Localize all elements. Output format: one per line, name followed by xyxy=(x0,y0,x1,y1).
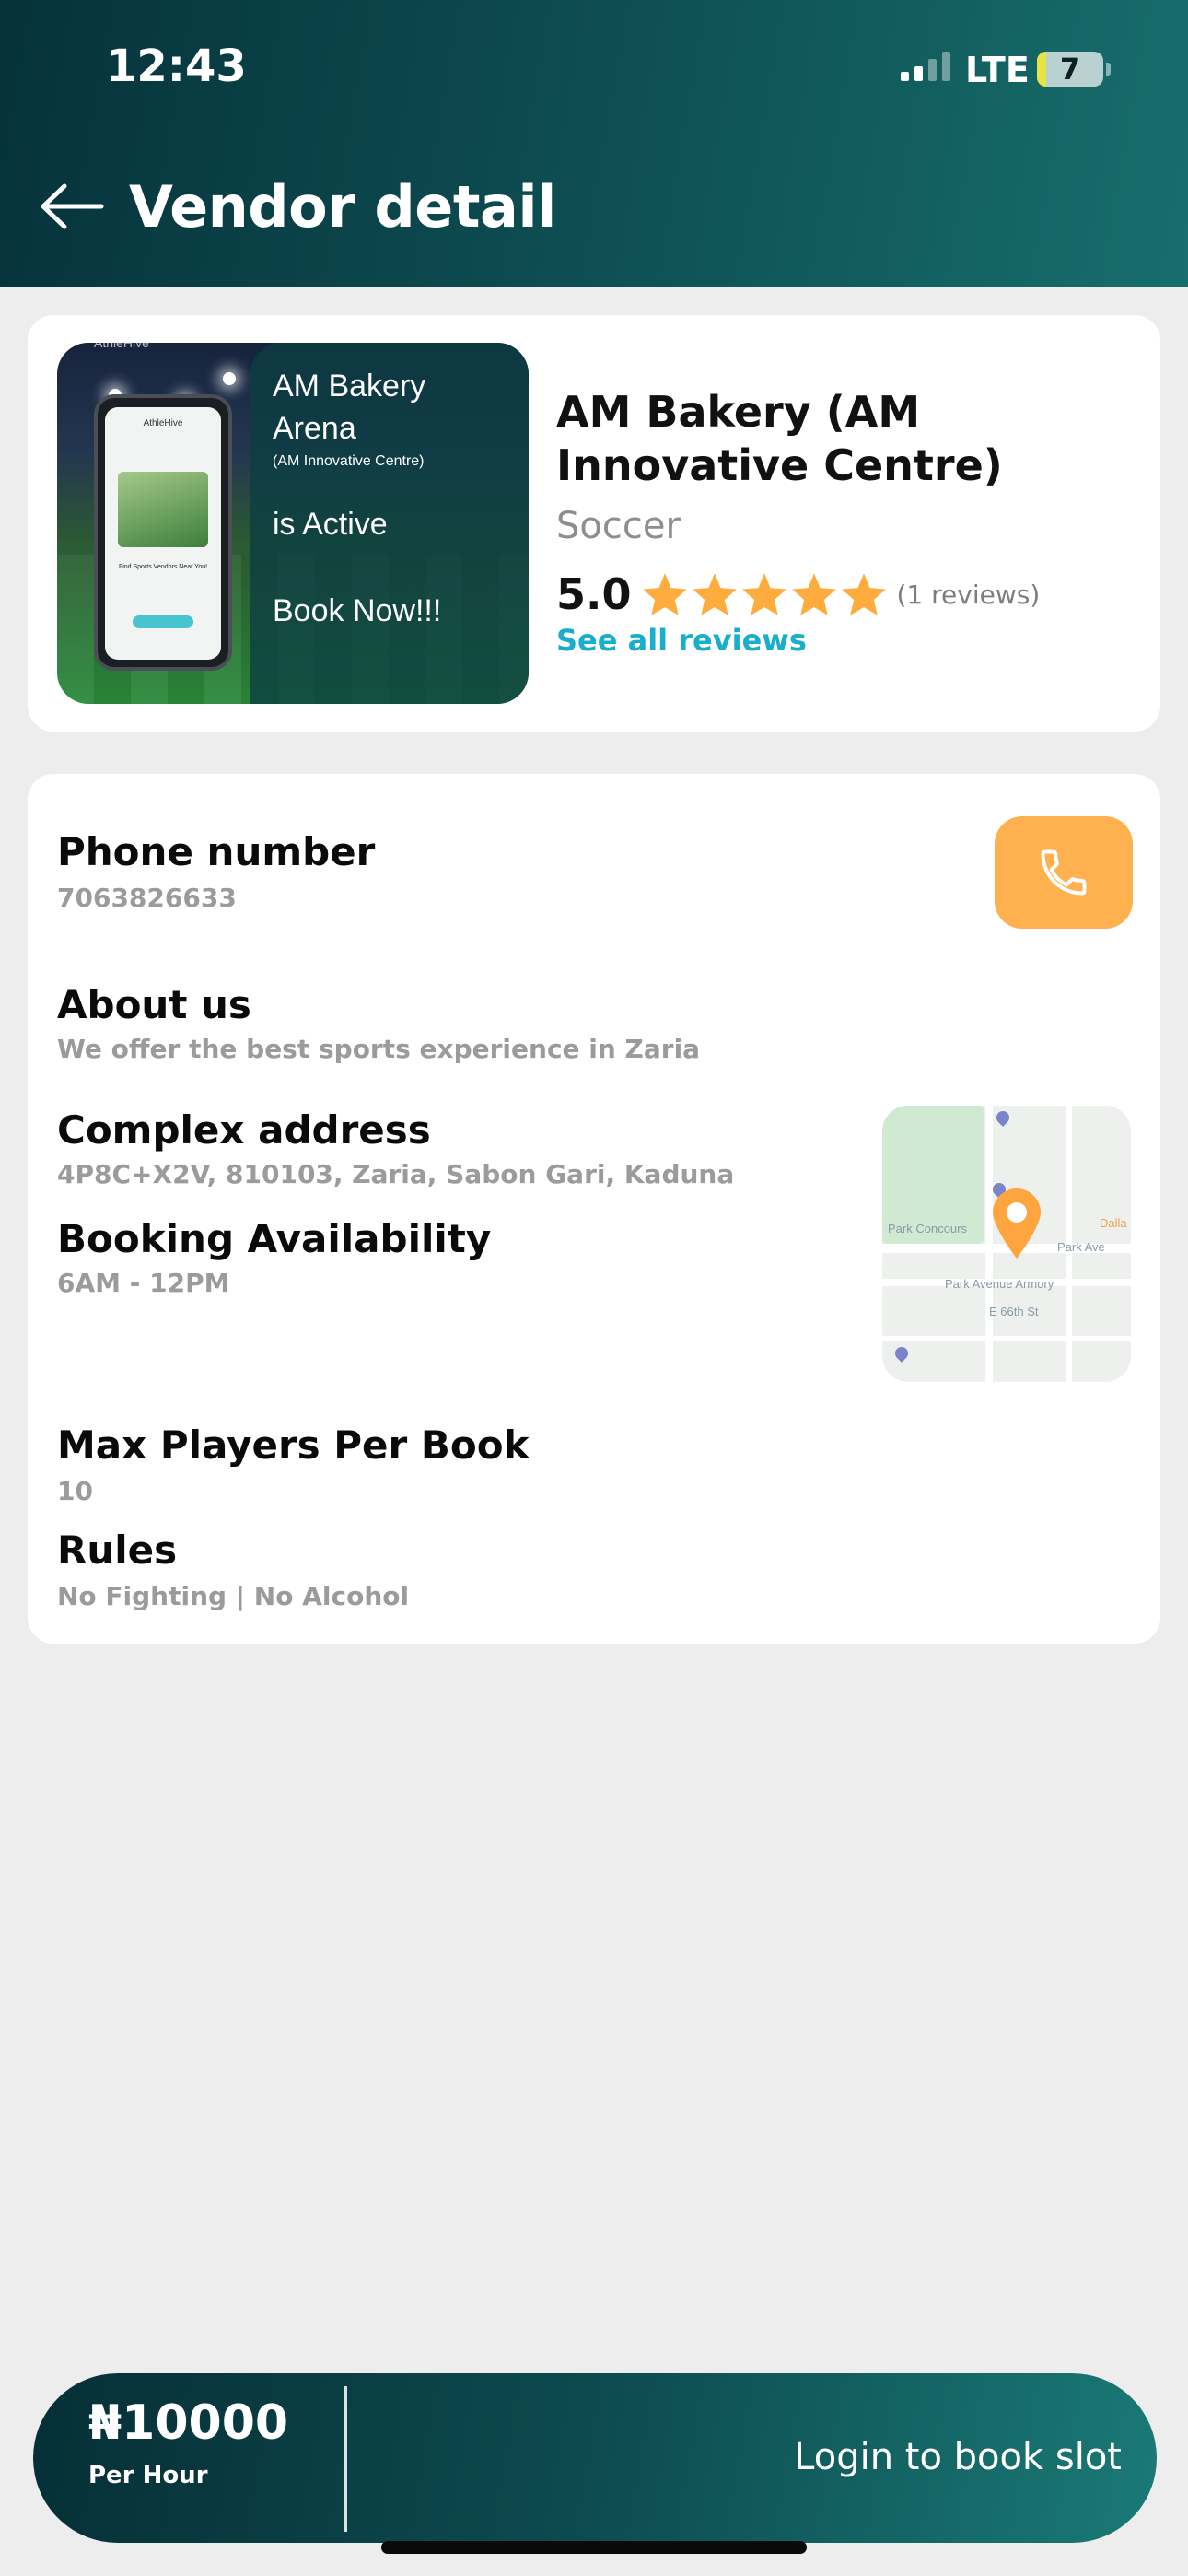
promo-status: is Active xyxy=(273,507,388,542)
phone-screen: AthleHive Find Sports Vendors Near You! xyxy=(105,407,221,660)
page-title: Vendor detail xyxy=(129,173,556,240)
location-map[interactable]: Park Concours Park Avenue Armory Park Av… xyxy=(882,1106,1131,1382)
promo-text-panel: AM Bakery Arena (AM Innovative Centre) i… xyxy=(250,343,529,704)
battery-level: 7 xyxy=(1059,52,1081,87)
map-label: E 66th St xyxy=(989,1305,1039,1318)
promo-phone-mockup: AthleHive Find Sports Vendors Near You! xyxy=(94,394,232,671)
phone-number-value: 7063826633 xyxy=(57,883,237,913)
phone-cta-button xyxy=(133,615,193,628)
map-label: Park Ave xyxy=(1057,1240,1105,1254)
see-all-reviews-link[interactable]: See all reviews xyxy=(556,623,807,658)
map-poi-icon xyxy=(892,1344,911,1363)
phone-app-name: AthleHive xyxy=(143,418,183,428)
max-players-value: 10 xyxy=(57,1476,93,1506)
reviews-count: (1 reviews) xyxy=(896,579,1041,610)
promo-cta: Book Now!!! xyxy=(273,593,442,628)
phone-number-label: Phone number xyxy=(57,829,376,874)
arrow-left-icon xyxy=(41,183,104,229)
rules-label: Rules xyxy=(57,1528,178,1573)
rating-row: 5.0 (1 reviews) xyxy=(556,569,1040,619)
bar-divider xyxy=(344,2386,347,2532)
map-road xyxy=(882,1336,1131,1341)
location-pin-icon xyxy=(993,1188,1041,1259)
cellular-signal-icon xyxy=(901,52,950,81)
app-header: 12:43 LTE 7 Vendor detail xyxy=(0,0,1188,287)
call-button[interactable] xyxy=(995,816,1133,929)
vendor-promo-image: AthleHive AthleHive Find Sports Vendors … xyxy=(57,343,529,704)
login-to-book-button[interactable]: Login to book slot xyxy=(794,2436,1122,2478)
phone-icon xyxy=(1041,849,1087,896)
promo-subtitle: (AM Innovative Centre) xyxy=(273,453,425,469)
booking-availability-value: 6AM - 12PM xyxy=(57,1268,230,1298)
complex-address-label: Complex address xyxy=(57,1107,431,1153)
star-icon xyxy=(741,573,786,615)
battery-icon: 7 xyxy=(1037,52,1103,87)
booking-availability-label: Booking Availability xyxy=(57,1216,492,1261)
rating-value: 5.0 xyxy=(556,569,632,619)
star-icon xyxy=(692,573,737,615)
promo-brand: AthleHive xyxy=(94,343,149,350)
battery-tip xyxy=(1106,63,1111,76)
stadium-light xyxy=(223,372,236,385)
promo-title: AM Bakery Arena xyxy=(273,369,426,446)
about-us-value: We offer the best sports experience in Z… xyxy=(57,1034,701,1064)
price-value: ₦10000 xyxy=(88,2395,289,2451)
about-us-label: About us xyxy=(57,982,251,1027)
map-label: Park Concours xyxy=(888,1222,967,1235)
price-unit: Per Hour xyxy=(88,2462,208,2489)
complex-address-value: 4P8C+X2V, 810103, Zaria, Sabon Gari, Kad… xyxy=(57,1159,735,1189)
back-button[interactable] xyxy=(37,177,107,236)
vendor-details-card: Phone number 7063826633 About us We offe… xyxy=(28,774,1160,1644)
home-indicator xyxy=(381,2541,807,2554)
vendor-sport: Soccer xyxy=(556,505,681,547)
star-icon xyxy=(642,573,687,615)
phone-tagline: Find Sports Vendors Near You! xyxy=(118,564,208,570)
max-players-label: Max Players Per Book xyxy=(57,1423,530,1468)
map-poi-icon xyxy=(994,1108,1012,1127)
booking-bar: ₦10000 Per Hour Login to book slot xyxy=(33,2373,1157,2543)
map-label: Dalla xyxy=(1100,1216,1127,1230)
map-label: Park Avenue Armory xyxy=(945,1277,1054,1291)
star-icon xyxy=(791,573,836,615)
rules-value: No Fighting | No Alcohol xyxy=(57,1581,410,1611)
phone-hero-image xyxy=(118,472,208,547)
vendor-name: AM Bakery (AM Innovative Centre) xyxy=(556,387,1003,490)
network-type: LTE xyxy=(965,50,1030,90)
status-time: 12:43 xyxy=(106,41,247,92)
star-icon xyxy=(841,573,886,615)
vendor-summary-card: AthleHive AthleHive Find Sports Vendors … xyxy=(28,315,1160,732)
star-rating xyxy=(641,571,888,617)
